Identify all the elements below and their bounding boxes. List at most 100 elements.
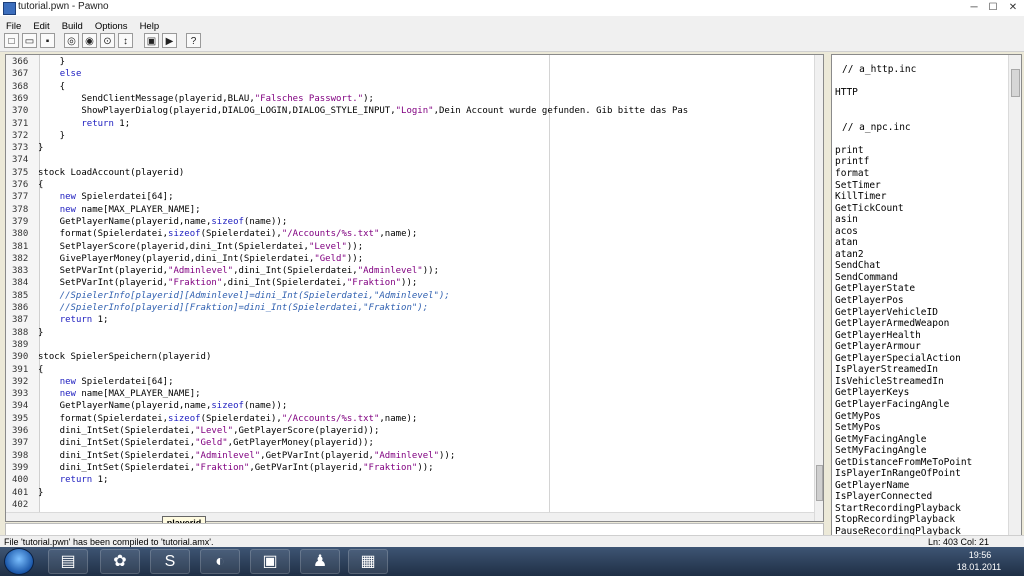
function-list-item[interactable]: format xyxy=(835,168,869,180)
code-line[interactable]: 387 return 1; xyxy=(6,314,806,326)
compile-icon[interactable]: ▶ xyxy=(162,33,177,48)
function-list-item[interactable]: SendCommand xyxy=(835,272,898,284)
function-list-item[interactable]: GetPlayerVehicleID xyxy=(835,307,938,319)
function-list-panel[interactable]: // a_http.inc HTTP // a_npc.inc print printf… xyxy=(831,54,1022,537)
code-line[interactable]: 383 SetPVarInt(playerid,"Adminlevel",din… xyxy=(6,265,806,277)
code-line[interactable]: 399 dini_IntSet(Spielerdatei,"Fraktion",… xyxy=(6,462,806,474)
code-line[interactable]: 366 } xyxy=(6,56,806,68)
maximize-button[interactable]: ☐ xyxy=(984,0,1002,15)
clock-time[interactable]: 19:56 xyxy=(958,550,1002,561)
minimize-button[interactable]: ─ xyxy=(965,0,983,15)
editor-scroll-thumb[interactable] xyxy=(816,465,823,501)
code-line[interactable]: 385 //SpielerInfo[playerid][Adminlevel]=… xyxy=(6,290,806,302)
function-list-item[interactable]: GetPlayerArmour xyxy=(835,341,921,353)
function-list-item[interactable]: GetPlayerName xyxy=(835,480,909,492)
code-line[interactable]: 381 SetPlayerScore(playerid,dini_Int(Spi… xyxy=(6,241,806,253)
function-list-scrollbar[interactable] xyxy=(1008,55,1021,536)
function-list-item[interactable]: SendChat xyxy=(835,260,881,272)
code-line[interactable]: 384 SetPVarInt(playerid,"Fraktion",dini_… xyxy=(6,277,806,289)
function-list-item[interactable]: GetPlayerState xyxy=(835,283,915,295)
code-line[interactable]: 397 dini_IntSet(Spielerdatei,"Geld",GetP… xyxy=(6,437,806,449)
start-button[interactable] xyxy=(4,548,34,575)
replace-icon[interactable]: ⊙ xyxy=(100,33,115,48)
code-line[interactable]: 390 stock SpielerSpeichern(playerid) xyxy=(6,351,806,363)
function-list-item[interactable]: StartRecordingPlayback xyxy=(835,503,961,515)
function-list-scroll-thumb[interactable] xyxy=(1011,69,1020,97)
function-list-item[interactable]: GetPlayerSpecialAction xyxy=(835,353,961,365)
code-line[interactable]: 402 xyxy=(6,499,806,511)
code-line[interactable]: 376 { xyxy=(6,179,806,191)
function-list-item[interactable]: GetPlayerArmedWeapon xyxy=(835,318,949,330)
terminal-taskbar-icon[interactable]: ▦ xyxy=(348,549,388,574)
code-line[interactable]: 378 new name[MAX_PLAYER_NAME]; xyxy=(6,204,806,216)
save-file-icon[interactable]: ▪ xyxy=(40,33,55,48)
function-list-item[interactable]: atan2 xyxy=(835,249,864,261)
compile-options-icon[interactable]: ▣ xyxy=(144,33,159,48)
open-file-icon[interactable]: ▭ xyxy=(22,33,37,48)
skype-taskbar-icon[interactable]: S xyxy=(150,549,190,574)
code-line[interactable]: 391 { xyxy=(6,364,806,376)
explorer-taskbar-icon[interactable]: ▤ xyxy=(48,549,88,574)
firefox-taskbar-icon[interactable]: ◐ xyxy=(200,549,240,574)
function-list-item[interactable]: GetPlayerPos xyxy=(835,295,904,307)
code-line[interactable]: 389 xyxy=(6,339,806,351)
function-list-item[interactable]: GetDistanceFromMeToPoint xyxy=(835,457,972,469)
editor-vertical-scrollbar[interactable] xyxy=(814,55,823,521)
find-icon[interactable]: ◎ xyxy=(64,33,79,48)
code-line[interactable]: 396 dini_IntSet(Spielerdatei,"Level",Get… xyxy=(6,425,806,437)
function-list-item[interactable]: GetPlayerFacingAngle xyxy=(835,399,949,411)
code-line[interactable]: 375 stock LoadAccount(playerid) xyxy=(6,167,806,179)
code-line[interactable]: 367 else xyxy=(6,68,806,80)
function-list-item[interactable]: GetPlayerHealth xyxy=(835,330,921,342)
function-list-item[interactable]: asin xyxy=(835,214,858,226)
code-editor[interactable]: 366 } 367 else 368 {369 SendClientMessage(… xyxy=(5,54,824,522)
function-list-item[interactable]: atan xyxy=(835,237,858,249)
code-line[interactable]: 380 format(Spielerdatei,sizeof(Spielerda… xyxy=(6,228,806,240)
pawno-taskbar-icon[interactable]: ♟ xyxy=(300,549,340,574)
code-line[interactable]: 400 return 1; xyxy=(6,474,806,486)
code-line[interactable]: 394 GetPlayerName(playerid,name,sizeof(n… xyxy=(6,400,806,412)
code-line[interactable]: 374 xyxy=(6,154,806,166)
editor-horizontal-scrollbar[interactable] xyxy=(6,512,814,521)
function-list-item[interactable]: StopRecordingPlayback xyxy=(835,514,955,526)
function-list-item[interactable]: SetTimer xyxy=(835,180,881,192)
code-line[interactable]: 382 GivePlayerMoney(playerid,dini_Int(Sp… xyxy=(6,253,806,265)
function-list-item[interactable]: GetTickCount xyxy=(835,203,904,215)
function-list-item[interactable]: HTTP xyxy=(835,87,858,99)
code-line[interactable]: 370 ShowPlayerDialog(playerid,DIALOG_LOG… xyxy=(6,105,806,117)
function-list-item[interactable]: IsPlayerInRangeOfPoint xyxy=(835,468,961,480)
function-list-item[interactable]: print xyxy=(835,145,864,157)
code-line[interactable]: 377 new Spielerdatei[64]; xyxy=(6,191,806,203)
code-line[interactable]: 369 SendClientMessage(playerid,BLAU,"Fal… xyxy=(6,93,806,105)
code-line[interactable]: 386 //SpielerInfo[playerid][Fraktion]=di… xyxy=(6,302,806,314)
code-line[interactable]: 373} xyxy=(6,142,806,154)
code-line[interactable]: 392 new Spielerdatei[64]; xyxy=(6,376,806,388)
code-line[interactable]: 398 dini_IntSet(Spielerdatei,"Adminlevel… xyxy=(6,450,806,462)
code-line[interactable]: 371 return 1; xyxy=(6,118,806,130)
function-list-item[interactable]: GetMyFacingAngle xyxy=(835,434,927,446)
function-list-item[interactable]: acos xyxy=(835,226,858,238)
function-list-item[interactable]: SetMyPos xyxy=(835,422,881,434)
function-list-item[interactable]: printf xyxy=(835,156,869,168)
code-line[interactable]: 379 GetPlayerName(playerid,name,sizeof(n… xyxy=(6,216,806,228)
close-button[interactable]: ✕ xyxy=(1003,0,1023,15)
code-line[interactable]: 395 format(Spielerdatei,sizeof(Spielerda… xyxy=(6,413,806,425)
function-list-item[interactable]: IsVehicleStreamedIn xyxy=(835,376,944,388)
code-line[interactable]: 401} xyxy=(6,487,806,499)
goto-icon[interactable]: ↕ xyxy=(118,33,133,48)
function-list-item[interactable]: IsPlayerConnected xyxy=(835,491,932,503)
media-taskbar-icon[interactable]: ▣ xyxy=(250,549,290,574)
icq-taskbar-icon[interactable]: ✿ xyxy=(100,549,140,574)
code-line[interactable]: 372 } xyxy=(6,130,806,142)
clock-date[interactable]: 18.01.2011 xyxy=(952,562,1006,573)
new-file-icon[interactable]: □ xyxy=(4,33,19,48)
function-list-item[interactable]: IsPlayerStreamedIn xyxy=(835,364,938,376)
function-list-item[interactable]: GetMyPos xyxy=(835,411,881,423)
function-list-item[interactable]: SetMyFacingAngle xyxy=(835,445,927,457)
function-list-item[interactable]: KillTimer xyxy=(835,191,886,203)
code-line[interactable]: 388} xyxy=(6,327,806,339)
function-list-item[interactable]: GetPlayerKeys xyxy=(835,387,909,399)
code-line[interactable]: 368 { xyxy=(6,81,806,93)
help-icon[interactable]: ? xyxy=(186,33,201,48)
find-next-icon[interactable]: ◉ xyxy=(82,33,97,48)
